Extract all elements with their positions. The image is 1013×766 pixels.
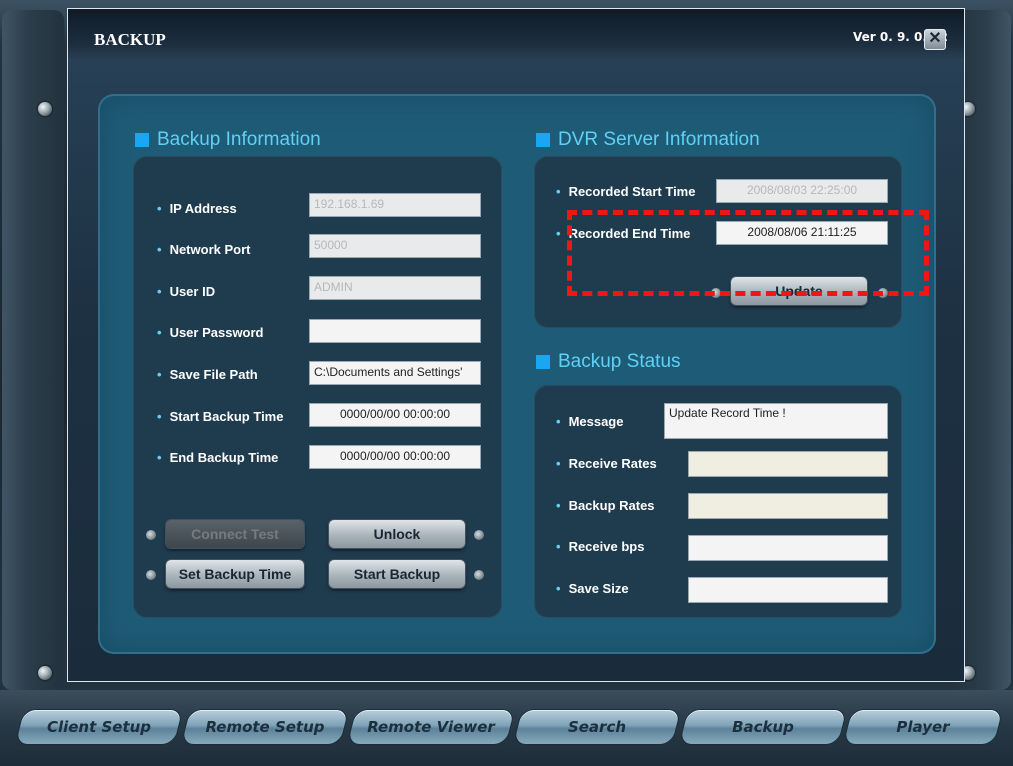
message-field[interactable]: Update Record Time !	[664, 403, 888, 439]
user-password-field[interactable]	[309, 319, 481, 343]
backup-rates-label: Backup Rates	[556, 498, 655, 513]
nav-remote-setup[interactable]: Remote Setup	[181, 710, 349, 744]
window-body: Backup Information IP Address 192.168.1.…	[68, 61, 964, 681]
recorded-start-field[interactable]: 2008/08/03 22:25:00	[716, 179, 888, 203]
nav-client-setup[interactable]: Client Setup	[15, 710, 183, 744]
network-port-field[interactable]: 50000	[309, 234, 481, 258]
user-password-label: User Password	[157, 325, 264, 340]
nav-player[interactable]: Player	[843, 710, 1003, 744]
backup-info-heading: Backup Information	[135, 129, 321, 151]
connect-test-button[interactable]: Connect Test	[166, 520, 304, 548]
backup-rates-field	[688, 493, 888, 519]
window-title: BACKUP	[94, 30, 166, 49]
backup-status-heading: Backup Status	[536, 351, 681, 373]
dvr-info-heading: DVR Server Information	[536, 129, 760, 151]
dvr-info-box: Recorded Start Time 2008/08/03 22:25:00 …	[534, 156, 902, 328]
set-backup-time-button[interactable]: Set Backup Time	[166, 560, 304, 588]
receive-rates-field	[688, 451, 888, 477]
nav-search[interactable]: Search	[513, 710, 681, 744]
receive-rates-label: Receive Rates	[556, 456, 657, 471]
backup-info-box: IP Address 192.168.1.69 Network Port 500…	[133, 156, 502, 618]
nav-remote-viewer[interactable]: Remote Viewer	[347, 710, 515, 744]
recorded-end-field[interactable]: 2008/08/06 21:11:25	[716, 221, 888, 245]
update-led-icon	[711, 288, 721, 298]
start-backup-button[interactable]: Start Backup	[329, 560, 465, 588]
backup-info-title: Backup Information	[157, 129, 321, 150]
rivet-icon	[38, 102, 52, 116]
dvr-info-title: DVR Server Information	[558, 129, 760, 150]
nav-label: Backup	[732, 718, 794, 736]
nav-label: Remote Setup	[205, 718, 325, 736]
nav-label: Player	[896, 718, 950, 736]
save-file-path-label: Save File Path	[157, 367, 258, 382]
update-button[interactable]: Update	[731, 277, 867, 305]
start-backup-led-icon	[474, 570, 484, 580]
close-button[interactable]: ✕	[924, 29, 946, 50]
recorded-start-label: Recorded Start Time	[556, 184, 696, 199]
receive-bps-label: Receive bps	[556, 539, 645, 554]
connect-test-led-icon	[146, 530, 156, 540]
recorded-end-label: Recorded End Time	[556, 226, 691, 241]
user-id-label: User ID	[157, 284, 216, 299]
save-size-field	[688, 577, 888, 603]
nav-label: Client Setup	[46, 718, 152, 736]
unlock-button[interactable]: Unlock	[329, 520, 465, 548]
square-bullet-icon	[536, 355, 550, 369]
network-port-label: Network Port	[157, 242, 251, 257]
receive-bps-field	[688, 535, 888, 561]
ip-address-field[interactable]: 192.168.1.69	[309, 193, 481, 217]
bottom-nav: Client Setup Remote Setup Remote Viewer …	[0, 690, 1013, 766]
backup-status-title: Backup Status	[558, 351, 681, 372]
nav-label: Search	[567, 718, 627, 736]
message-label: Message	[556, 414, 624, 429]
square-bullet-icon	[536, 133, 550, 147]
save-size-label: Save Size	[556, 581, 629, 596]
nav-label: Remote Viewer	[367, 718, 495, 736]
end-backup-time-label: End Backup Time	[157, 450, 279, 465]
backup-status-box: Message Update Record Time ! Receive Rat…	[534, 385, 902, 618]
start-backup-time-field[interactable]: 0000/00/00 00:00:00	[309, 403, 481, 427]
backup-window: BACKUP Ver 0. 9. 0. 22 ✕ Backup Informat…	[67, 8, 965, 682]
save-file-path-field[interactable]: C:\Documents and Settings'	[309, 361, 481, 385]
square-bullet-icon	[135, 133, 149, 147]
end-backup-time-field[interactable]: 0000/00/00 00:00:00	[309, 445, 481, 469]
nav-backup[interactable]: Backup	[679, 710, 847, 744]
user-id-field[interactable]: ADMIN	[309, 276, 481, 300]
start-backup-time-label: Start Backup Time	[157, 409, 284, 424]
update-led-right-icon	[878, 288, 888, 298]
left-rail	[2, 10, 64, 690]
main-panel: Backup Information IP Address 192.168.1.…	[98, 94, 936, 654]
set-backup-time-led-icon	[146, 570, 156, 580]
unlock-led-icon	[474, 530, 484, 540]
title-bar[interactable]: BACKUP Ver 0. 9. 0. 22 ✕	[68, 9, 964, 61]
rivet-icon	[38, 666, 52, 680]
ip-address-label: IP Address	[157, 201, 237, 216]
